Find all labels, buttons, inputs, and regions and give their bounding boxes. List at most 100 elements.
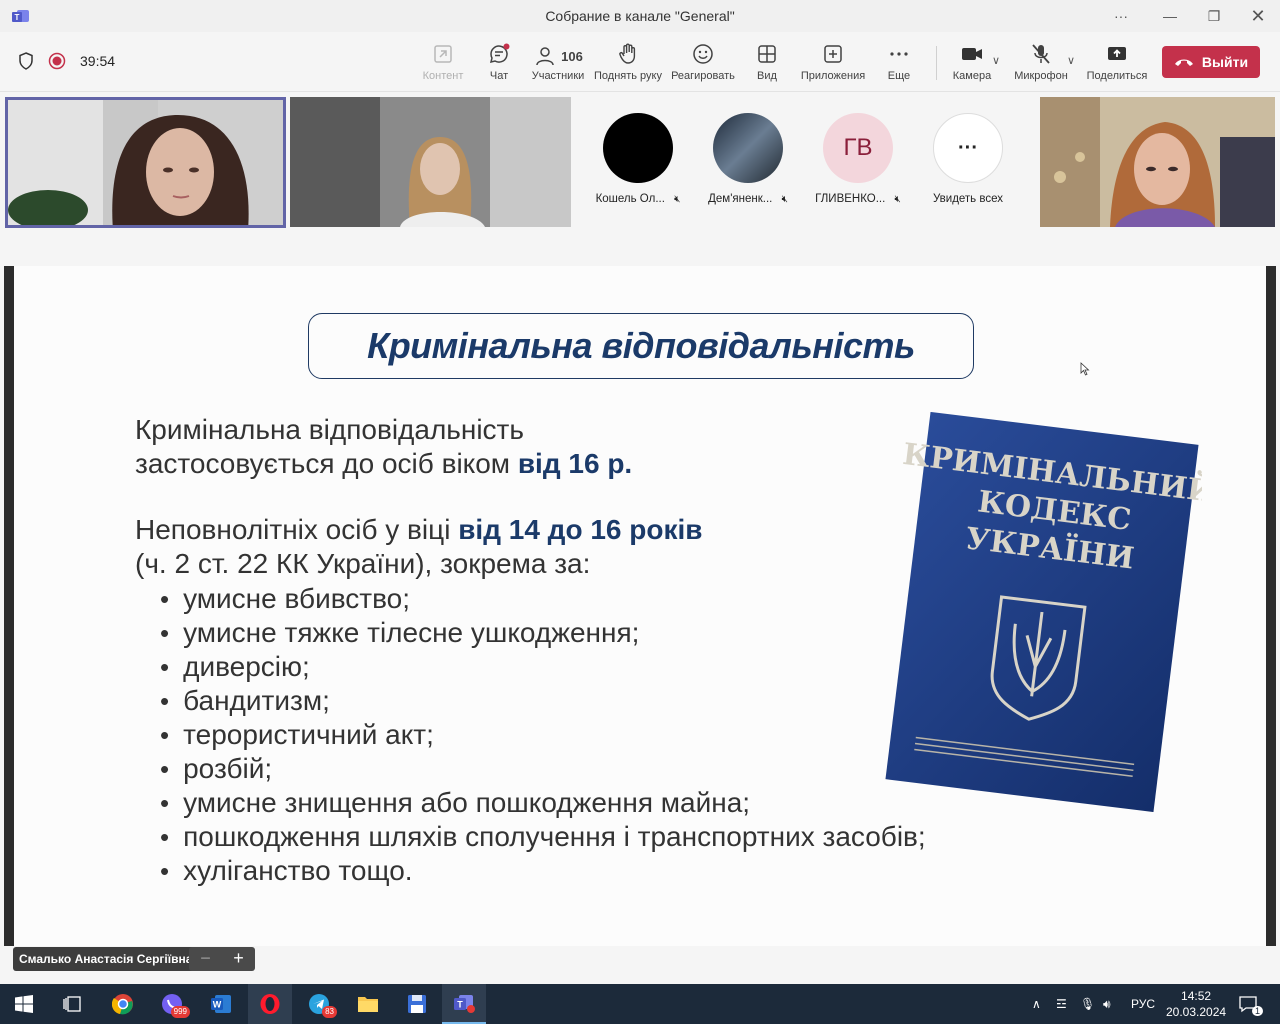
more-button[interactable]: Еще: [863, 42, 935, 82]
clock-date: 20.03.2024: [1166, 1005, 1227, 1019]
list-item: умисне тяжке тілесне ушкодження;: [160, 616, 926, 650]
camera-icon: [962, 48, 982, 60]
video-tile-3[interactable]: [1040, 97, 1275, 227]
video-tile-1[interactable]: [5, 97, 286, 228]
meeting-toolbar: 39:54 Контент Чат 106 Участники Поднять …: [0, 32, 1280, 92]
hang-up-icon: [1174, 59, 1193, 66]
mic-off-icon: [1032, 44, 1050, 64]
raise-hand-label: Поднять руку: [594, 70, 662, 82]
criminal-code-book-image: КРИМІНАЛЬНИЙ КОДЕКС УКРАЇНИ: [885, 412, 1202, 812]
telegram-notification-badge: 83: [322, 1006, 337, 1018]
svg-text:T: T: [457, 1000, 463, 1010]
list-item: бандитизм;: [160, 684, 926, 718]
close-window-button[interactable]: ✕: [1236, 4, 1280, 28]
participant-name: ГЛИВЕНКО...: [815, 193, 886, 205]
word-icon: W: [211, 995, 231, 1013]
react-button[interactable]: Реагировать: [667, 42, 739, 82]
zoom-out-button[interactable]: −: [189, 947, 222, 971]
notification-count: 1: [1252, 1006, 1264, 1016]
camera-options-chevron-icon[interactable]: ∨: [992, 54, 1000, 67]
paragraph-2-line-1: Неповнолітніх осіб у віці: [135, 514, 459, 545]
age-16-highlight: від 16 р.: [517, 448, 633, 479]
list-item: умисне знищення або пошкодження майна;: [160, 786, 926, 820]
title-bar: T Собрание в канале "General" ··· — ❐ ✕: [0, 0, 1280, 32]
viber-notification-badge: 999: [170, 1006, 190, 1018]
add-app-icon: [824, 45, 842, 63]
mouse-cursor-icon: [1080, 362, 1090, 376]
share-button[interactable]: Поделиться: [1081, 42, 1153, 82]
people-icon: [536, 47, 554, 66]
folder-icon: [358, 997, 378, 1012]
restore-button[interactable]: ❐: [1192, 4, 1236, 28]
task-view-button[interactable]: [50, 986, 94, 1022]
apps-button[interactable]: Приложения: [797, 42, 869, 82]
more-label: Еще: [887, 70, 911, 82]
participant-avatar-2[interactable]: Дем'яненк... 🔇︎: [700, 113, 796, 205]
word-taskbar-button[interactable]: W: [199, 986, 243, 1022]
windows-taskbar: 999 W 83 T ∧ ☲ 🎙︎ 🔊︎ РУС 14:52 20.03.202…: [0, 984, 1280, 1024]
participant-avatar-1[interactable]: Кошель Ол... 🔇︎: [590, 113, 686, 205]
window-title: Собрание в канале "General": [545, 8, 735, 24]
window-more-button[interactable]: ···: [1099, 4, 1143, 28]
meeting-timer: 39:54: [80, 53, 116, 69]
svg-text:W: W: [213, 1000, 222, 1010]
slide-title: Кримінальна відповідальність: [367, 325, 915, 366]
muted-icon: 🔇︎: [894, 194, 901, 205]
opera-taskbar-button[interactable]: [248, 984, 292, 1024]
paragraph-2-line-2: (ч. 2 ст. 22 КК України), зокрема за:: [135, 548, 591, 579]
share-tray-icon: [1108, 47, 1126, 60]
opera-icon: [260, 994, 280, 1014]
participant-video-1: [8, 100, 283, 225]
chrome-taskbar-button[interactable]: [101, 986, 145, 1022]
leave-button[interactable]: Выйти: [1162, 46, 1260, 78]
minimize-button[interactable]: —: [1148, 4, 1192, 28]
content-label: Контент: [422, 70, 464, 82]
avatar: [603, 113, 673, 183]
input-language[interactable]: РУС: [1131, 984, 1155, 1024]
list-item: умисне вбивство;: [160, 582, 926, 616]
microphone-tray-icon[interactable]: 🎙︎: [1080, 984, 1095, 1024]
chat-icon: [489, 43, 510, 64]
zoom-in-button[interactable]: +: [222, 947, 255, 971]
ellipsis-icon: ···: [933, 113, 1003, 183]
participants-count: 106: [561, 48, 583, 64]
presenter-name-label: Смалько Анастасія Сергіївна: [13, 947, 199, 971]
age-14-16-highlight: від 14 до 16 років: [458, 514, 703, 545]
file-explorer-taskbar-button[interactable]: [346, 986, 390, 1022]
microphone-label: Микрофон: [1014, 70, 1068, 82]
floppy-disk-icon: [408, 995, 426, 1013]
teams-icon: T: [454, 995, 475, 1013]
network-icon[interactable]: ☲: [1056, 984, 1067, 1024]
participants-button[interactable]: 106 Участники: [522, 42, 594, 82]
participant-name: Дем'яненк...: [708, 193, 773, 205]
floppy-app-taskbar-button[interactable]: [395, 986, 439, 1022]
notification-center-button[interactable]: 1: [1238, 984, 1264, 1024]
mic-options-chevron-icon[interactable]: ∨: [1067, 54, 1075, 67]
paragraph-1-line-2: застосовується до осіб віком: [135, 448, 518, 479]
list-item: розбій;: [160, 752, 926, 786]
teams-taskbar-button[interactable]: T: [442, 984, 486, 1024]
windows-logo-icon: [15, 995, 33, 1013]
list-item: терористичний акт;: [160, 718, 926, 752]
clock[interactable]: 14:52 20.03.2024: [1166, 984, 1226, 1024]
hand-icon: [619, 43, 636, 64]
list-item: диверсію;: [160, 650, 926, 684]
show-hidden-icons-chevron-icon[interactable]: ∧: [1032, 984, 1041, 1024]
see-all-button[interactable]: ··· Увидеть всех: [920, 113, 1016, 205]
crime-list: умисне вбивство; умисне тяжке тілесне уш…: [160, 582, 926, 888]
slide-title-box: Кримінальна відповідальність: [308, 313, 974, 379]
react-label: Реагировать: [671, 70, 735, 82]
volume-icon[interactable]: 🔊︎: [1103, 984, 1111, 1024]
video-tile-2[interactable]: [290, 97, 571, 227]
raise-hand-button[interactable]: Поднять руку: [592, 42, 664, 82]
view-button[interactable]: Вид: [731, 42, 803, 82]
apps-label: Приложения: [800, 70, 866, 82]
shared-content-stage: Кримінальна відповідальність Кримінальна…: [4, 266, 1276, 946]
viber-taskbar-button[interactable]: 999: [150, 986, 194, 1022]
participant-avatar-3[interactable]: ГВ ГЛИВЕНКО... 🔇︎: [810, 113, 906, 205]
start-button[interactable]: [2, 986, 46, 1022]
chrome-icon: [112, 994, 133, 1015]
telegram-taskbar-button[interactable]: 83: [297, 986, 341, 1022]
participants-label: Участники: [531, 70, 585, 82]
list-item: пошкодження шляхів сполучення і транспор…: [160, 820, 926, 854]
